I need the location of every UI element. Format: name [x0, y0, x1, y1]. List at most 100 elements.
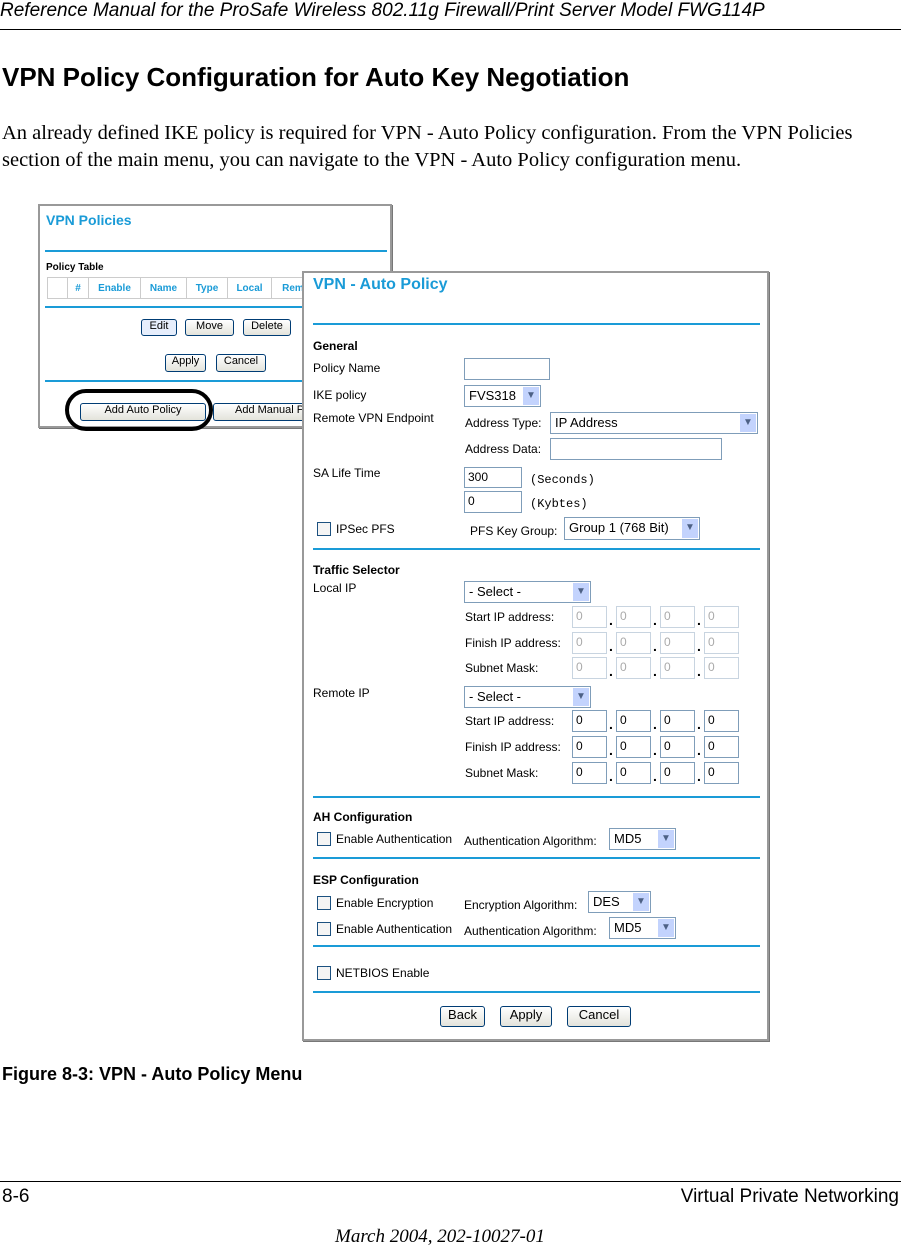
octet-separator: . — [609, 612, 613, 628]
address-data-label: Address Data: — [465, 442, 542, 456]
ip-octet-input[interactable]: 0 — [660, 762, 695, 784]
octet-separator: . — [697, 663, 701, 679]
local-ip-label: Local IP — [313, 581, 357, 595]
policy-name-label: Policy Name — [313, 361, 381, 375]
ip-octet-input[interactable]: 0 — [704, 710, 739, 732]
column-header: Name — [140, 277, 187, 299]
esp-auth-alg-select[interactable]: MD5 ▼ — [609, 917, 676, 939]
ike-policy-label: IKE policy — [313, 388, 367, 402]
ah-auth-alg-value: MD5 — [614, 831, 642, 846]
subnet-label: Subnet Mask: — [465, 766, 539, 780]
ip-octet-input[interactable]: 0 — [572, 606, 607, 628]
finish-ip-label: Finish IP address: — [465, 740, 561, 754]
ip-octet-input[interactable]: 0 — [704, 632, 739, 654]
enc-alg-value: DES — [593, 894, 620, 909]
remote-ip-select[interactable]: - Select - ▼ — [464, 686, 591, 708]
esp-enable-enc-checkbox[interactable] — [317, 896, 331, 910]
address-type-select[interactable]: IP Address ▼ — [550, 412, 758, 434]
ip-octet-input[interactable]: 0 — [704, 657, 739, 679]
chevron-down-icon: ▼ — [682, 519, 698, 538]
octet-separator: . — [653, 663, 657, 679]
octet-separator: . — [653, 768, 657, 784]
apply-button[interactable]: Apply — [500, 1006, 552, 1027]
apply-button[interactable]: Apply — [165, 354, 206, 372]
general-heading: General — [313, 339, 358, 353]
section-title: VPN Policy Configuration for Auto Key Ne… — [2, 62, 630, 92]
chevron-down-icon: ▼ — [658, 919, 674, 937]
policy-table: # Enable Name Type Local Remo — [47, 277, 321, 299]
policy-name-input[interactable] — [464, 358, 550, 380]
address-data-input[interactable] — [550, 438, 722, 460]
cancel-button[interactable]: Cancel — [216, 354, 266, 372]
esp-enable-auth-checkbox[interactable] — [317, 922, 331, 936]
subnet-label: Subnet Mask: — [465, 661, 539, 675]
chevron-down-icon: ▼ — [658, 830, 674, 848]
ip-octet-input[interactable]: 0 — [572, 736, 607, 758]
remote-endpoint-label: Remote VPN Endpoint — [313, 411, 434, 425]
ike-policy-value: FVS318 — [469, 388, 516, 403]
policy-table-label: Policy Table — [46, 262, 104, 273]
cancel-button[interactable]: Cancel — [567, 1006, 631, 1027]
ip-octet-input[interactable]: 0 — [660, 736, 695, 758]
chapter-name: Virtual Private Networking — [680, 1186, 899, 1207]
ip-octet-input[interactable]: 0 — [616, 762, 651, 784]
netbios-checkbox[interactable] — [317, 966, 331, 980]
traffic-selector-heading: Traffic Selector — [313, 563, 400, 577]
netbios-label: NETBIOS Enable — [336, 966, 430, 980]
header-rule — [0, 29, 901, 30]
column-header: Enable — [88, 277, 141, 299]
ip-octet-input[interactable]: 0 — [572, 762, 607, 784]
address-type-value: IP Address — [555, 415, 618, 430]
pfs-group-select[interactable]: Group 1 (768 Bit) ▼ — [564, 517, 700, 540]
ike-policy-select[interactable]: FVS318 ▼ — [464, 385, 541, 407]
ip-octet-input[interactable]: 0 — [704, 606, 739, 628]
publication-date: March 2004, 202-10027-01 — [335, 1226, 545, 1247]
ip-octet-input[interactable]: 0 — [704, 762, 739, 784]
octet-separator: . — [609, 638, 613, 654]
ip-octet-input[interactable]: 0 — [660, 710, 695, 732]
ip-octet-input[interactable]: 0 — [616, 736, 651, 758]
local-ip-select[interactable]: - Select - ▼ — [464, 581, 591, 603]
pfs-group-value: Group 1 (768 Bit) — [569, 520, 669, 535]
column-header — [47, 277, 68, 299]
ah-enable-auth-checkbox[interactable] — [317, 832, 331, 846]
ipsec-pfs-checkbox[interactable] — [317, 522, 331, 536]
chevron-down-icon: ▼ — [740, 414, 756, 432]
ip-octet-input[interactable]: 0 — [572, 657, 607, 679]
octet-separator: . — [697, 768, 701, 784]
sa-seconds-input[interactable]: 300 — [464, 467, 522, 488]
ip-octet-input[interactable]: 0 — [704, 736, 739, 758]
ip-octet-input[interactable]: 0 — [616, 606, 651, 628]
footer-rule — [0, 1181, 901, 1182]
ah-auth-alg-select[interactable]: MD5 ▼ — [609, 828, 676, 850]
delete-button[interactable]: Delete — [243, 319, 291, 336]
ip-octet-input[interactable]: 0 — [616, 710, 651, 732]
vpn-policies-title: VPN Policies — [46, 212, 132, 228]
ip-octet-input[interactable]: 0 — [572, 632, 607, 654]
finish-ip-label: Finish IP address: — [465, 636, 561, 650]
auto-policy-title: VPN - Auto Policy — [313, 276, 448, 293]
back-button[interactable]: Back — [440, 1006, 485, 1027]
esp-enable-enc-label: Enable Encryption — [336, 896, 434, 910]
remote-ip-label: Remote IP — [313, 686, 370, 700]
enc-alg-select[interactable]: DES ▼ — [588, 891, 651, 913]
sa-kbytes-input[interactable]: 0 — [464, 491, 522, 513]
chevron-down-icon: ▼ — [573, 688, 589, 706]
ip-octet-input[interactable]: 0 — [616, 632, 651, 654]
move-button[interactable]: Move — [185, 319, 234, 336]
enc-alg-label: Encryption Algorithm: — [464, 898, 578, 912]
start-ip-label: Start IP address: — [465, 714, 555, 728]
column-header: Local — [227, 277, 272, 299]
ip-octet-input[interactable]: 0 — [660, 632, 695, 654]
octet-separator: . — [609, 742, 613, 758]
octet-separator: . — [697, 638, 701, 654]
chevron-down-icon: ▼ — [633, 893, 649, 911]
ip-octet-input[interactable]: 0 — [616, 657, 651, 679]
ip-octet-input[interactable]: 0 — [572, 710, 607, 732]
ip-octet-input[interactable]: 0 — [660, 657, 695, 679]
ipsec-pfs-label: IPSec PFS — [336, 522, 395, 536]
edit-button[interactable]: Edit — [141, 319, 177, 336]
ip-octet-input[interactable]: 0 — [660, 606, 695, 628]
esp-config-heading: ESP Configuration — [313, 873, 419, 887]
kbytes-unit: (Kybtes) — [530, 497, 588, 511]
